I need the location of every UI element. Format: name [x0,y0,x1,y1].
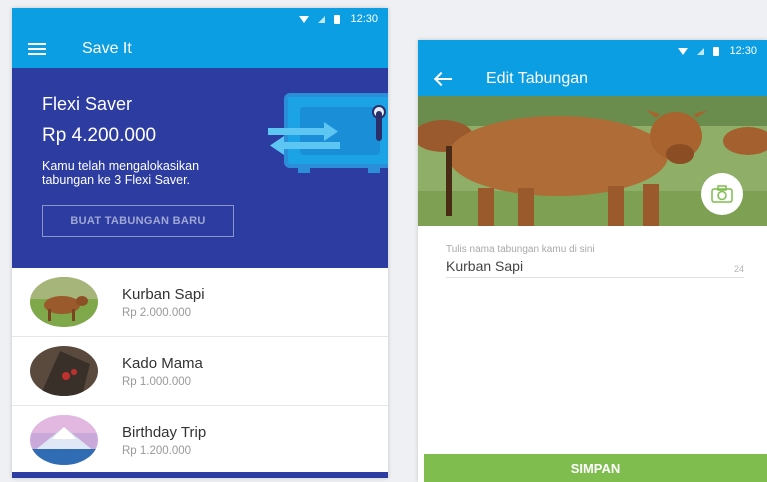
wifi-icon [678,47,689,55]
input-value[interactable]: Kurban Sapi [446,258,523,274]
app-bar: Save It [12,30,388,68]
saving-amount: Rp 2.000.000 [122,306,192,319]
signal-icon [697,47,705,55]
summary-description: Kamu telah mengalokasikan tabungan ke 3 … [42,159,200,187]
page-title: Edit Tabungan [486,70,589,87]
status-time: 12:30 [350,13,378,25]
saving-name: Kurban Sapi [122,285,205,303]
field-label: Tulis nama tabungan kamu di sini [446,244,595,255]
back-arrow-icon[interactable] [434,72,454,86]
saving-name: Kado Mama [122,354,203,372]
wifi-icon [299,15,310,23]
status-time: 12:30 [729,45,757,57]
save-it-screen: 12:30 Save It Flexi Saver Rp 4.200.000 K… [12,8,388,478]
list-item[interactable]: Kurban Sapi Rp 2.000.000 [12,268,388,337]
list-item[interactable]: Kado Mama Rp 1.000.000 [12,337,388,406]
list-item[interactable]: Birthday Trip Rp 1.200.000 [12,406,388,475]
char-counter: 24 [733,264,744,274]
create-saving-button[interactable]: BUAT TABUNGAN BARU [42,205,234,237]
battery-icon [713,46,720,56]
flexi-saver-summary: Flexi Saver Rp 4.200.000 Kamu telah meng… [12,68,388,268]
camera-icon[interactable] [701,173,743,215]
left-header: 12:30 Save It [12,8,388,68]
saving-name-field: Tulis nama tabungan kamu di sini Kurban … [418,226,767,278]
signal-icon [318,15,326,23]
saving-name-input[interactable]: Kurban Sapi 24 [446,258,744,278]
hamburger-menu-icon[interactable] [28,43,46,55]
status-bar: 12:30 [418,40,767,62]
app-bar: Edit Tabungan [418,62,767,96]
saving-amount: Rp 1.000.000 [122,375,192,388]
mountain-thumbnail [30,415,98,465]
savings-list: Kurban Sapi Rp 2.000.000 Kado Mama Rp 1.… [12,268,388,475]
edit-saving-screen: 12:30 Edit Tabungan Tulis nama tabungan … [418,40,767,482]
battery-icon [334,14,341,24]
cow-thumbnail [30,277,98,327]
right-header: 12:30 Edit Tabungan [418,40,767,96]
status-bar: 12:30 [12,8,388,30]
app-title: Save It [82,40,132,57]
gift-thumbnail [30,346,98,396]
saving-amount: Rp 1.200.000 [122,444,192,457]
bottom-bar [12,472,388,478]
saving-name: Birthday Trip [122,423,207,441]
transfer-arrows-icon [268,122,340,155]
cover-image [418,96,767,226]
save-button[interactable]: SIMPAN [424,454,767,482]
